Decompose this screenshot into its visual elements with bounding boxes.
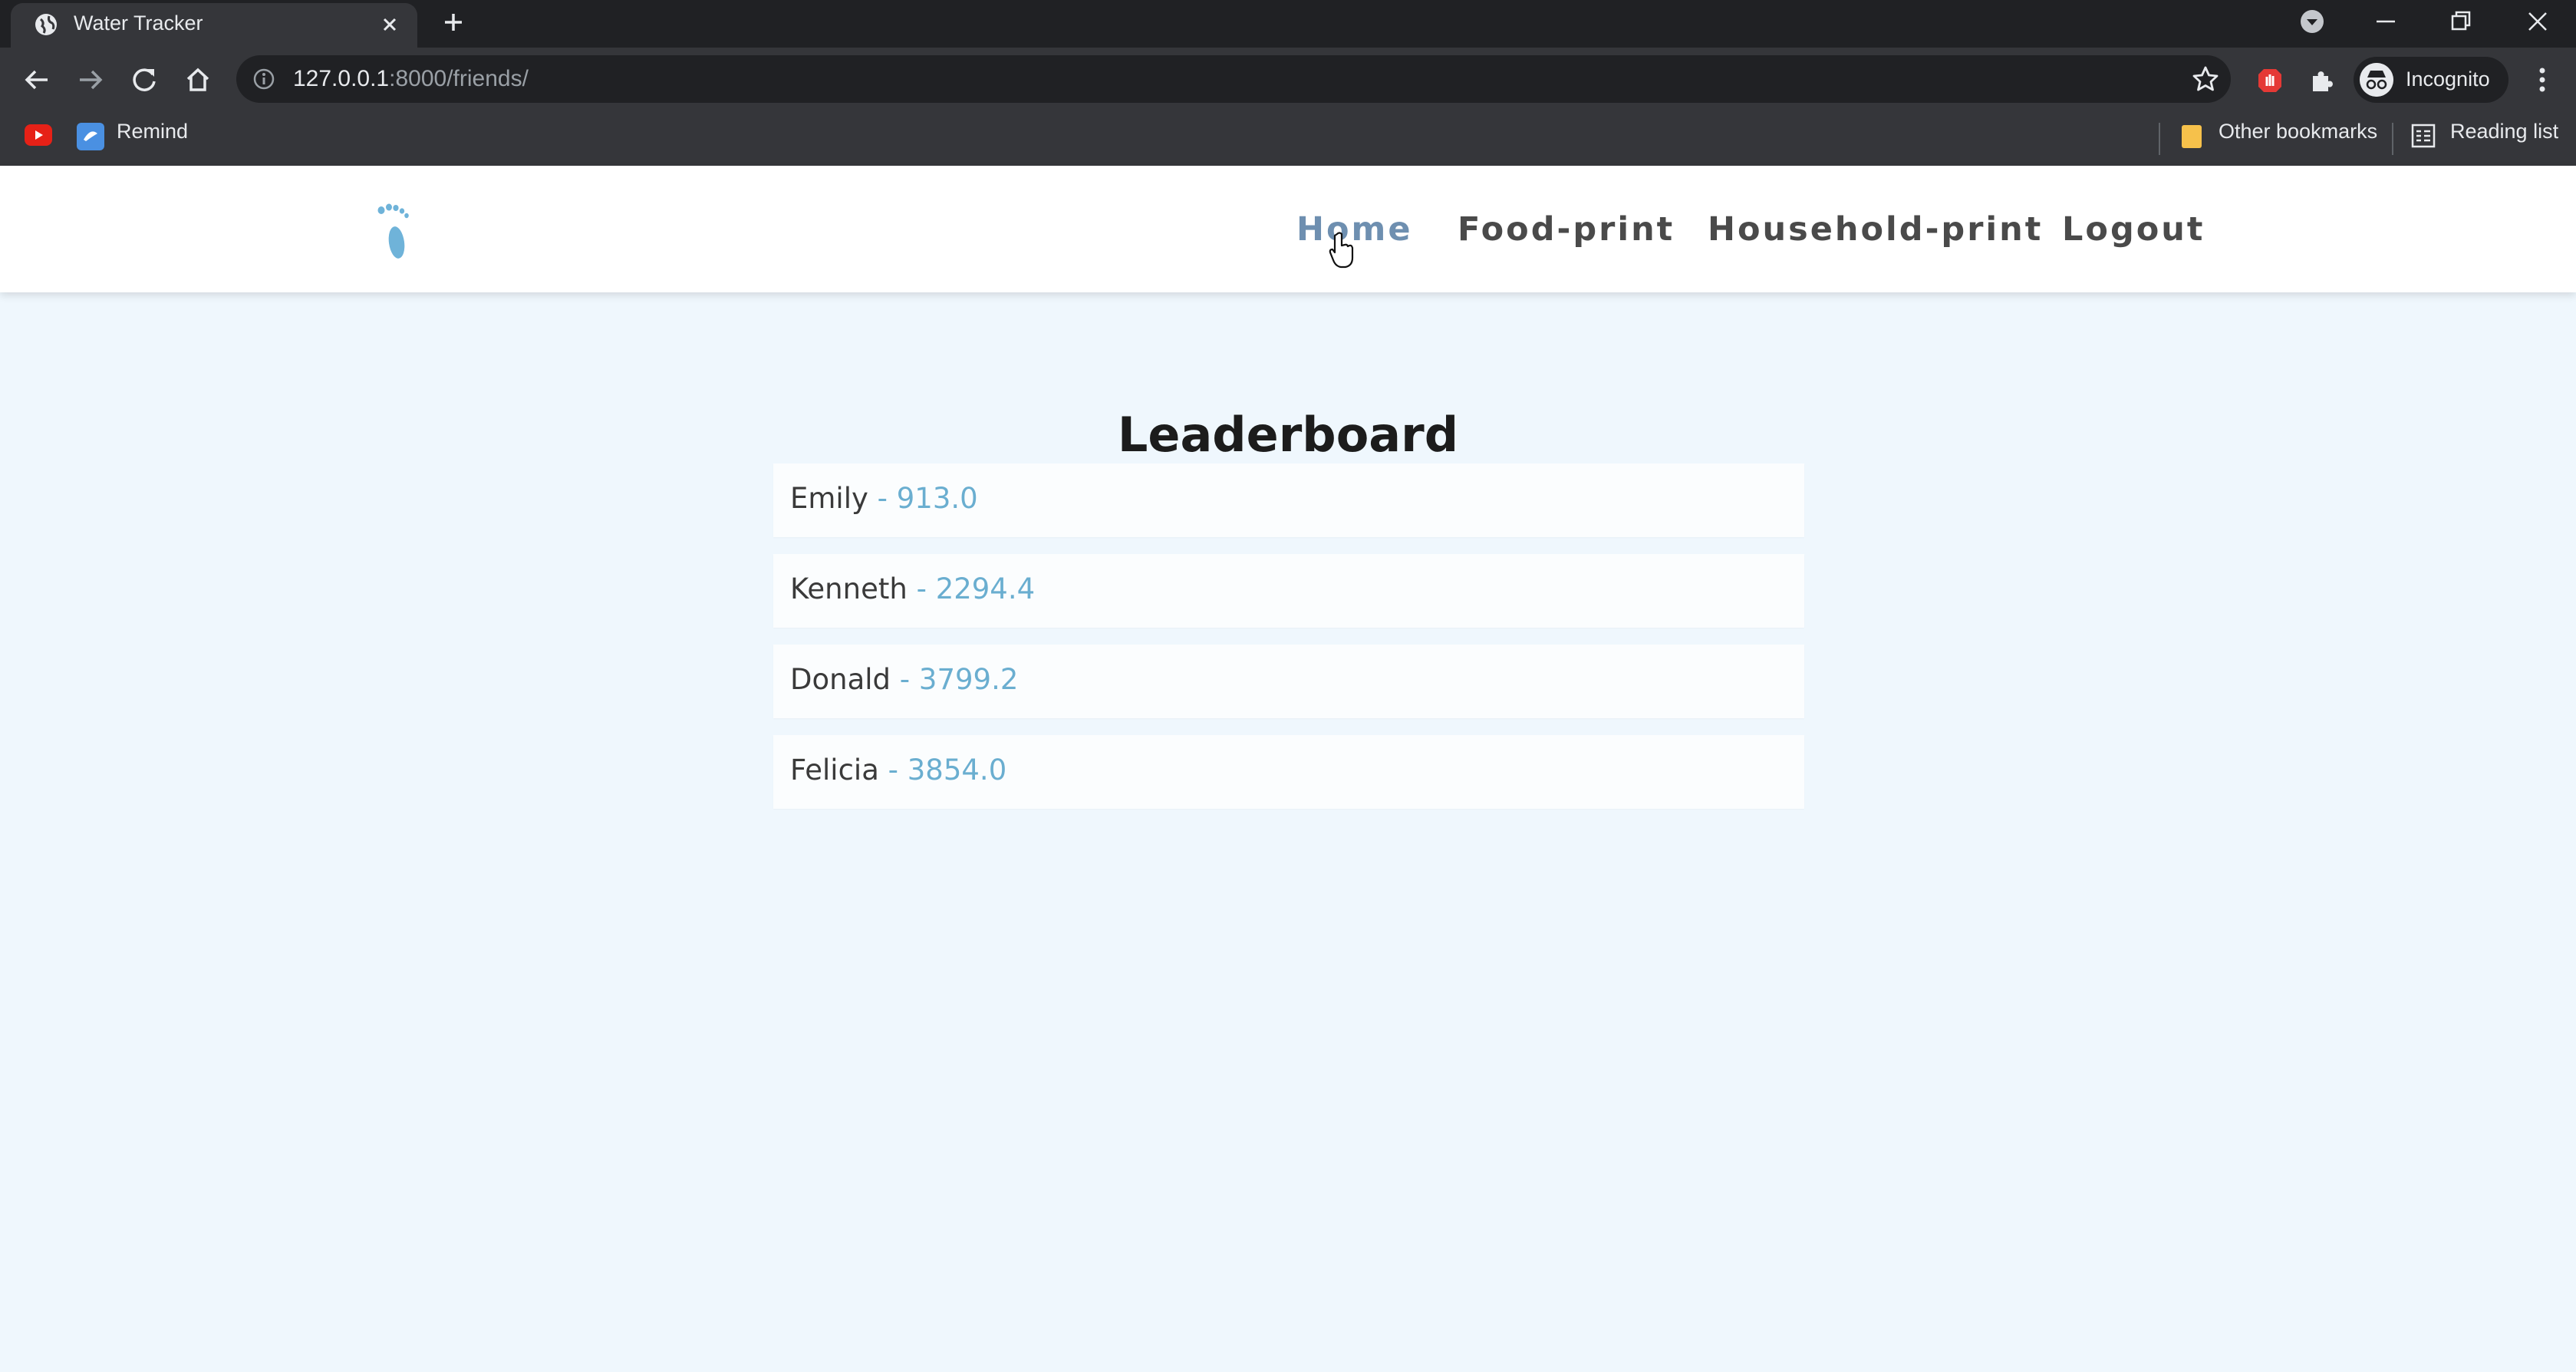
footprint-logo-icon[interactable] <box>374 203 411 261</box>
reading-list[interactable]: Reading list <box>2450 120 2558 143</box>
leaderboard-entry: Emily - 913.0 <box>790 482 978 515</box>
friend-name: Felicia <box>790 754 879 787</box>
browser-tab-strip: Water Tracker <box>0 0 2576 48</box>
remind-bookmark-icon <box>77 123 104 150</box>
kebab-menu-icon[interactable] <box>2528 64 2556 95</box>
friend-name: Kenneth <box>790 572 908 605</box>
url-path: :8000/friends/ <box>389 66 529 91</box>
url-text: 127.0.0.1:8000/friends/ <box>293 66 529 92</box>
hand-cursor-icon <box>1329 232 1354 269</box>
leaderboard-entry: Kenneth - 2294.4 <box>790 572 1035 605</box>
bookmarks-bar: Remind Other bookmarks Reading list <box>0 112 2576 167</box>
tab-title: Water Tracker <box>74 12 203 35</box>
url-host: 127.0.0.1 <box>293 66 390 91</box>
nav-logout[interactable]: Logout <box>2062 210 2205 249</box>
globe-icon <box>35 14 57 35</box>
leaderboard-row: Felicia - 3854.0 <box>773 735 1804 809</box>
score-separator: - <box>868 482 897 515</box>
friend-score: 2294.4 <box>935 572 1036 605</box>
extensions-puzzle-icon[interactable] <box>2308 66 2337 95</box>
score-separator: - <box>878 754 908 787</box>
leaderboard-list: Emily - 913.0 Kenneth - 2294.4 Donald - … <box>773 463 1804 826</box>
incognito-profile-button[interactable]: Incognito <box>2354 57 2508 103</box>
browser-toolbar: 127.0.0.1:8000/friends/ Incognito <box>0 48 2576 112</box>
friend-name: Donald <box>790 663 891 696</box>
address-bar[interactable]: 127.0.0.1:8000/friends/ <box>236 55 2231 103</box>
friend-name: Emily <box>790 482 868 515</box>
other-bookmarks[interactable]: Other bookmarks <box>2219 120 2377 143</box>
new-tab-plus-icon[interactable] <box>439 8 468 37</box>
nav-food-print[interactable]: Food-print <box>1458 210 1675 249</box>
close-icon[interactable] <box>377 12 402 37</box>
folder-icon <box>2182 125 2202 148</box>
window-close-icon[interactable] <box>2521 5 2555 38</box>
incognito-label: Incognito <box>2406 68 2490 91</box>
info-icon[interactable] <box>252 67 276 91</box>
youtube-icon[interactable] <box>25 124 52 146</box>
site-header: Home Food-print Household-print Logout <box>0 166 2576 292</box>
leaderboard-row: Kenneth - 2294.4 <box>773 554 1804 628</box>
bookmarks-divider-2 <box>2392 123 2393 155</box>
bookmarks-divider <box>2159 123 2160 155</box>
leaderboard-entry: Felicia - 3854.0 <box>790 754 1006 787</box>
nav-household-print[interactable]: Household-print <box>1708 210 2043 249</box>
home-icon[interactable] <box>181 63 215 97</box>
reload-icon[interactable] <box>127 63 161 97</box>
minimize-icon[interactable] <box>2369 5 2403 38</box>
browser-tab[interactable]: Water Tracker <box>11 3 417 48</box>
leaderboard-title: Leaderboard <box>1117 406 1459 463</box>
bookmark-star-icon[interactable] <box>2191 64 2220 94</box>
incognito-icon <box>2360 63 2393 97</box>
friend-score: 3799.2 <box>918 663 1019 696</box>
bookmark-remind[interactable]: Remind <box>117 120 188 143</box>
tab-search-icon[interactable] <box>2295 5 2329 38</box>
leaderboard-entry: Donald - 3799.2 <box>790 663 1018 696</box>
restore-icon[interactable] <box>2444 5 2478 38</box>
friend-score: 913.0 <box>896 482 978 515</box>
leaderboard-row: Emily - 913.0 <box>773 463 1804 537</box>
reading-list-icon <box>2411 124 2436 148</box>
leaderboard-row: Donald - 3799.2 <box>773 645 1804 718</box>
adblock-extension-icon[interactable] <box>2255 66 2284 95</box>
score-separator: - <box>891 663 919 696</box>
back-arrow-icon[interactable] <box>20 63 54 97</box>
friend-score: 3854.0 <box>907 754 1007 787</box>
forward-arrow-icon[interactable] <box>74 63 107 97</box>
score-separator: - <box>907 572 936 605</box>
